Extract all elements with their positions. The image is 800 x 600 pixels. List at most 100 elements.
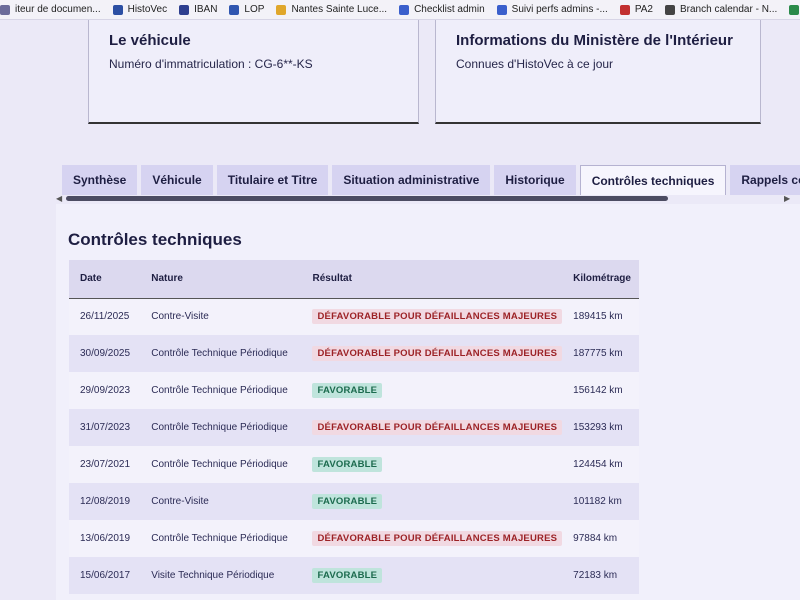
cell-kilometrage: 101182 km xyxy=(573,496,622,507)
cell-resultat: FAVORABLE xyxy=(301,483,562,520)
favorable-badge: FAVORABLE xyxy=(312,494,383,509)
table-row: 29/09/2023 Contrôle Technique Périodique F… xyxy=(69,372,639,409)
scroll-left-icon[interactable]: ◀ xyxy=(56,194,62,203)
bookmark-item[interactable]: Checklist admin xyxy=(399,4,485,15)
chart-icon xyxy=(496,4,507,15)
flag-eu-icon xyxy=(229,4,240,15)
bookmark-item[interactable]: Nantes Sainte Luce... xyxy=(276,4,387,15)
cell-kilometrage: 156142 km xyxy=(573,385,623,396)
controles-panel: Contrôles techniques Date Nature Résulta… xyxy=(56,204,800,600)
flag-fr-icon xyxy=(112,4,123,15)
column-header-date: Date xyxy=(80,273,102,285)
cell-resultat: FAVORABLE xyxy=(301,446,562,483)
tab-controles-techniques[interactable]: Contrôles techniques xyxy=(579,165,727,195)
cell-date: 23/07/2021 xyxy=(80,459,131,470)
cell-nature: Contrôle Technique Périodique xyxy=(151,422,288,433)
bookmark-label: Branch calendar - N... xyxy=(679,4,778,15)
bookmark-label: Checklist admin xyxy=(414,4,485,15)
calendar-icon xyxy=(664,4,675,15)
bookmark-item[interactable]: Demandes validatio... xyxy=(789,4,800,15)
table-row: 15/06/2017 Visite Technique Périodique FAV… xyxy=(69,557,639,594)
bookmarks-bar: iteur de documen... HistoVec IBAN LOP Nantes… xyxy=(0,0,800,20)
table-row: 13/06/2019 Contrôle Technique Périodique D… xyxy=(69,520,639,557)
cell-date: 13/06/2019 xyxy=(80,533,131,544)
tab-titulaire-et-titre[interactable]: Titulaire et Titre xyxy=(216,165,329,195)
bookmark-label: Suivi perfs admins -... xyxy=(511,4,608,15)
cell-resultat: FAVORABLE xyxy=(301,372,562,409)
cell-nature: Visite Technique Périodique xyxy=(151,570,275,581)
unfavorable-badge: DÉFAVORABLE POUR DÉFAILLANCES MAJEURES xyxy=(312,346,563,361)
cell-date: 31/07/2023 xyxy=(80,422,131,433)
cell-kilometrage: 72183 km xyxy=(573,570,618,581)
vehicle-card: Le véhicule Numéro d'immatriculation : C… xyxy=(88,20,419,124)
cell-nature: Contrôle Technique Périodique xyxy=(151,385,288,396)
vehicle-card-title: Le véhicule xyxy=(109,32,191,49)
bookmark-label: IBAN xyxy=(194,4,218,15)
unfavorable-badge: DÉFAVORABLE POUR DÉFAILLANCES MAJEURES xyxy=(312,420,563,435)
column-header-kilometrage: Kilométrage xyxy=(573,273,631,285)
cell-kilometrage: 153293 km xyxy=(573,422,623,433)
favorable-badge: FAVORABLE xyxy=(312,568,383,583)
tabs-scrollbar[interactable]: ◀ ▶ xyxy=(56,194,800,203)
favorable-badge: FAVORABLE xyxy=(312,457,383,472)
bookmark-label: Nantes Sainte Luce... xyxy=(291,4,388,15)
section-title: Contrôles techniques xyxy=(68,230,242,249)
tab-situation-administrative[interactable]: Situation administrative xyxy=(332,165,491,195)
cell-date: 12/08/2019 xyxy=(80,496,131,507)
column-header-nature: Nature xyxy=(151,273,183,285)
cell-nature: Contrôle Technique Périodique xyxy=(151,348,288,359)
cell-resultat: DÉFAVORABLE POUR DÉFAILLANCES MAJEURES xyxy=(301,409,563,446)
controles-table: Date Nature Résultat Kilométrage 26/11/2… xyxy=(69,260,639,594)
tab-rappels-constructeur[interactable]: Rappels constru xyxy=(730,165,800,195)
bookmark-item[interactable]: HistoVec xyxy=(112,4,168,15)
ministry-card: Informations du Ministère de l'Intérieur… xyxy=(435,20,761,124)
cell-resultat: DÉFAVORABLE POUR DÉFAILLANCES MAJEURES xyxy=(301,298,563,335)
bookmark-item[interactable]: Branch calendar - N... xyxy=(664,4,778,15)
plate-number: Numéro d'immatriculation : CG-6**-KS xyxy=(109,57,313,71)
tab-vehicule[interactable]: Véhicule xyxy=(141,165,213,195)
favorable-badge: FAVORABLE xyxy=(312,383,383,398)
table-row: 31/07/2023 Contrôle Technique Périodique D… xyxy=(69,409,639,446)
cell-date: 15/06/2017 xyxy=(80,570,131,581)
page-content: Le véhicule Numéro d'immatriculation : C… xyxy=(0,20,800,600)
ministry-card-subtitle: Connues d'HistoVec à ce jour xyxy=(456,57,614,71)
cell-resultat: FAVORABLE xyxy=(301,557,562,594)
bookmark-item[interactable]: Suivi perfs admins -... xyxy=(496,4,608,15)
scroll-right-icon[interactable]: ▶ xyxy=(784,194,790,203)
bookmark-item[interactable]: PA2 xyxy=(619,4,653,15)
unfavorable-badge: DÉFAVORABLE POUR DÉFAILLANCES MAJEURES xyxy=(312,309,563,325)
table-row: 26/11/2025 Contre-Visite DÉFAVORABLE POUR … xyxy=(69,298,639,335)
cell-resultat: DÉFAVORABLE POUR DÉFAILLANCES MAJEURES xyxy=(301,520,563,557)
cell-date: 26/11/2025 xyxy=(80,311,130,323)
bookmark-item[interactable]: LOP xyxy=(229,4,264,15)
unfavorable-badge: DÉFAVORABLE POUR DÉFAILLANCES MAJEURES xyxy=(312,531,563,546)
tab-bar: Synthèse Véhicule Titulaire et Titre Sit… xyxy=(62,165,800,195)
table-row: 23/07/2021 Contrôle Technique Périodique F… xyxy=(69,446,639,483)
bookmark-label: HistoVec xyxy=(127,4,168,15)
scrollbar-thumb[interactable] xyxy=(66,196,668,201)
drive-icon xyxy=(276,4,287,15)
bookmark-label: LOP xyxy=(244,4,265,15)
flag-be-icon xyxy=(619,4,630,15)
cell-nature: Contrôle Technique Périodique xyxy=(151,459,288,470)
table-header-row: Date Nature Résultat Kilométrage xyxy=(69,260,639,298)
document-icon xyxy=(0,4,10,15)
bookmark-item[interactable]: IBAN xyxy=(179,4,217,15)
tab-synthese[interactable]: Synthèse xyxy=(62,165,138,195)
bank-icon xyxy=(179,4,190,15)
sheet-icon xyxy=(789,4,800,15)
cell-nature: Contre-Visite xyxy=(151,496,209,507)
cell-resultat: DÉFAVORABLE POUR DÉFAILLANCES MAJEURES xyxy=(301,335,563,372)
cell-nature: Contre-Visite xyxy=(151,311,209,323)
cell-kilometrage: 124454 km xyxy=(573,459,623,470)
cell-date: 29/09/2023 xyxy=(80,385,131,396)
tab-historique[interactable]: Historique xyxy=(494,165,576,195)
column-header-resultat: Résultat xyxy=(312,273,352,285)
cell-kilometrage: 97884 km xyxy=(573,533,618,544)
cell-nature: Contrôle Technique Périodique xyxy=(151,533,288,544)
bookmark-label: PA2 xyxy=(634,4,653,15)
bookmark-item[interactable]: iteur de documen... xyxy=(0,4,101,15)
checklist-icon xyxy=(399,4,410,15)
cell-date: 30/09/2025 xyxy=(80,348,131,359)
cell-kilometrage: 189415 km xyxy=(573,311,623,323)
